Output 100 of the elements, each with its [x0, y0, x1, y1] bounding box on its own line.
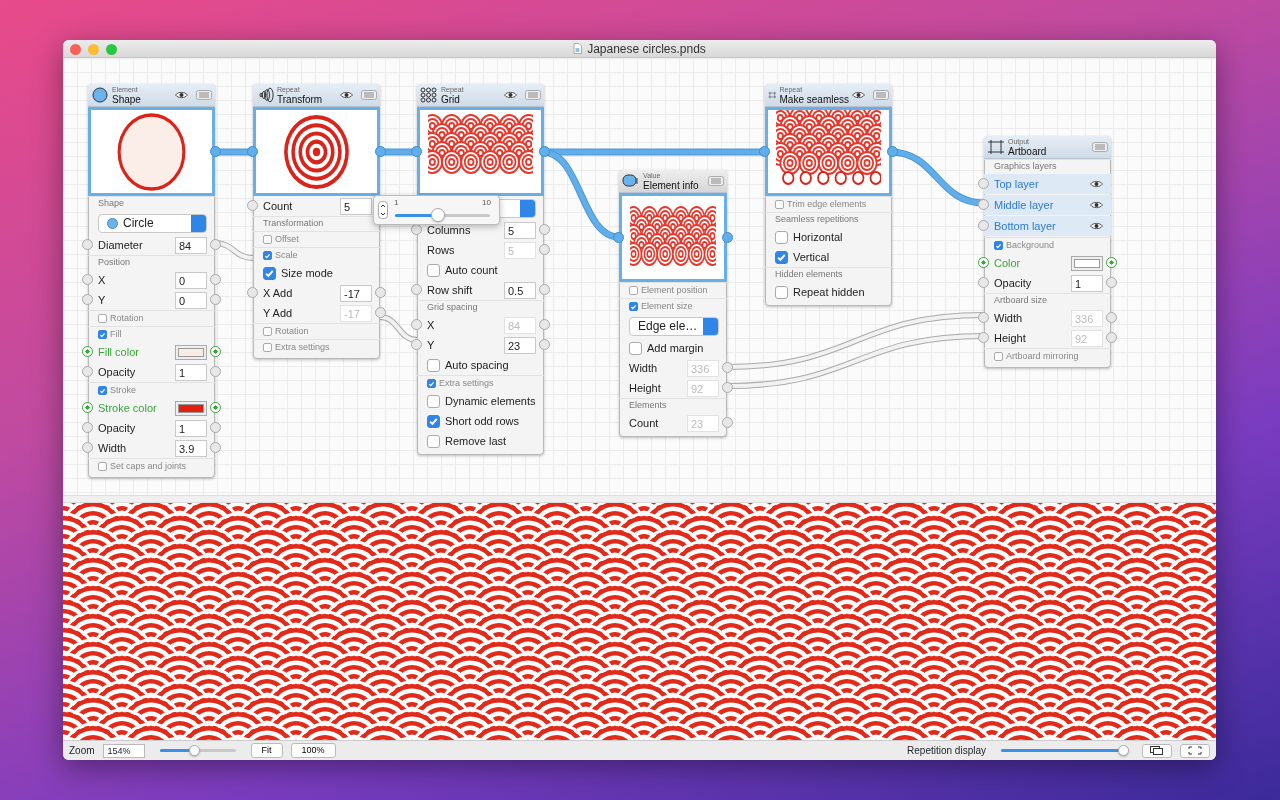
- checkbox[interactable]: [427, 379, 436, 388]
- menu-icon[interactable]: [873, 90, 889, 100]
- eye-icon[interactable]: [504, 91, 517, 99]
- close-icon[interactable]: [70, 44, 81, 55]
- output-port[interactable]: [210, 294, 221, 305]
- checkbox[interactable]: [263, 327, 272, 336]
- output-port[interactable]: [375, 287, 386, 298]
- menu-icon[interactable]: [1092, 142, 1108, 152]
- output-port[interactable]: [1106, 277, 1117, 288]
- output-port[interactable]: [210, 346, 221, 357]
- ripple-icon: [256, 87, 274, 103]
- output-port[interactable]: [210, 146, 221, 157]
- output-port[interactable]: [210, 366, 221, 377]
- output-port[interactable]: [539, 339, 550, 350]
- checkbox[interactable]: [263, 343, 272, 352]
- checkbox[interactable]: [629, 302, 638, 311]
- input-port[interactable]: [759, 146, 770, 157]
- toolbar-button[interactable]: Fit: [250, 743, 283, 758]
- checkbox[interactable]: [263, 235, 272, 244]
- checkbox[interactable]: [994, 352, 1003, 361]
- eye-icon[interactable]: [340, 91, 353, 99]
- windows-button[interactable]: [1142, 743, 1172, 758]
- checkbox[interactable]: [994, 241, 1003, 250]
- output-port[interactable]: [1106, 257, 1117, 268]
- input-port[interactable]: [82, 346, 93, 357]
- eye-icon[interactable]: [1090, 222, 1103, 230]
- input-port[interactable]: [411, 284, 422, 295]
- checkbox-label: Background: [1006, 238, 1055, 252]
- input-port[interactable]: [978, 220, 989, 231]
- eye-icon[interactable]: [1090, 201, 1103, 209]
- stepper-icon[interactable]: [378, 201, 388, 219]
- checkbox[interactable]: [98, 462, 107, 471]
- input-port[interactable]: [82, 442, 93, 453]
- input-port[interactable]: [613, 232, 624, 243]
- node-title: Transform: [277, 93, 323, 105]
- output-port[interactable]: [210, 239, 221, 250]
- input-port[interactable]: [978, 257, 989, 268]
- checkbox[interactable]: [263, 251, 272, 260]
- toolbar-button[interactable]: 100%: [290, 743, 336, 758]
- input-port[interactable]: [978, 178, 989, 189]
- field-label: X: [98, 272, 106, 288]
- checkbox[interactable]: [629, 286, 638, 295]
- checkbox-label: Element size: [641, 299, 693, 313]
- output-port[interactable]: [210, 422, 221, 433]
- input-port[interactable]: [247, 200, 258, 211]
- input-port[interactable]: [978, 277, 989, 288]
- expand-icon: [1188, 746, 1202, 755]
- input-port[interactable]: [411, 146, 422, 157]
- field-label: Y Add: [263, 305, 293, 321]
- input-port[interactable]: [82, 239, 93, 250]
- output-port[interactable]: [887, 146, 898, 157]
- output-port[interactable]: [210, 402, 221, 413]
- zoom-icon[interactable]: [106, 44, 117, 55]
- eye-icon[interactable]: [852, 91, 865, 99]
- input-port[interactable]: [247, 146, 258, 157]
- checkbox-label: Offset: [275, 232, 299, 246]
- input-port[interactable]: [82, 294, 93, 305]
- fullscreen-button[interactable]: [1180, 743, 1210, 758]
- section-label: Artboard size: [994, 294, 1048, 308]
- splitter-bar[interactable]: [63, 495, 1216, 503]
- menu-icon[interactable]: [525, 90, 541, 100]
- input-port[interactable]: [82, 422, 93, 433]
- field-label: Color: [994, 255, 1021, 271]
- input-port[interactable]: [978, 199, 989, 210]
- menu-icon[interactable]: [708, 176, 724, 186]
- field-label: X: [427, 317, 435, 333]
- input-port[interactable]: [82, 274, 93, 285]
- eye-icon[interactable]: [175, 91, 188, 99]
- output-port[interactable]: [539, 224, 550, 235]
- zoom-field[interactable]: 154%: [102, 743, 145, 758]
- checkbox[interactable]: [98, 314, 107, 323]
- dots-grid-icon: [420, 87, 438, 103]
- output-port[interactable]: [722, 232, 733, 243]
- output-port[interactable]: [539, 146, 550, 157]
- eye-icon[interactable]: [1090, 180, 1103, 188]
- section-label: Elements: [629, 399, 667, 413]
- artboard-icon: [987, 139, 1005, 155]
- output-port[interactable]: [539, 284, 550, 295]
- input-port[interactable]: [411, 339, 422, 350]
- input-port[interactable]: [82, 366, 93, 377]
- checkbox-label: Add margin: [647, 340, 704, 356]
- node-title: Artboard: [1008, 145, 1047, 157]
- input-port[interactable]: [82, 402, 93, 413]
- shape-info-icon: [622, 173, 640, 189]
- slider-min-label: 1: [394, 197, 399, 209]
- output-port[interactable]: [375, 146, 386, 157]
- input-port[interactable]: [247, 287, 258, 298]
- slider-thumb[interactable]: [430, 207, 445, 222]
- checkbox[interactable]: [98, 386, 107, 395]
- output-port[interactable]: [210, 442, 221, 453]
- section-label: Grid spacing: [427, 301, 478, 315]
- minimize-icon[interactable]: [88, 44, 99, 55]
- slider-thumb[interactable]: [188, 745, 200, 756]
- menu-icon[interactable]: [361, 90, 377, 100]
- output-port[interactable]: [210, 274, 221, 285]
- checkbox[interactable]: [775, 200, 784, 209]
- field-label: Rows: [427, 242, 455, 258]
- checkbox[interactable]: [98, 330, 107, 339]
- slider-thumb[interactable]: [1118, 745, 1130, 756]
- menu-icon[interactable]: [196, 90, 212, 100]
